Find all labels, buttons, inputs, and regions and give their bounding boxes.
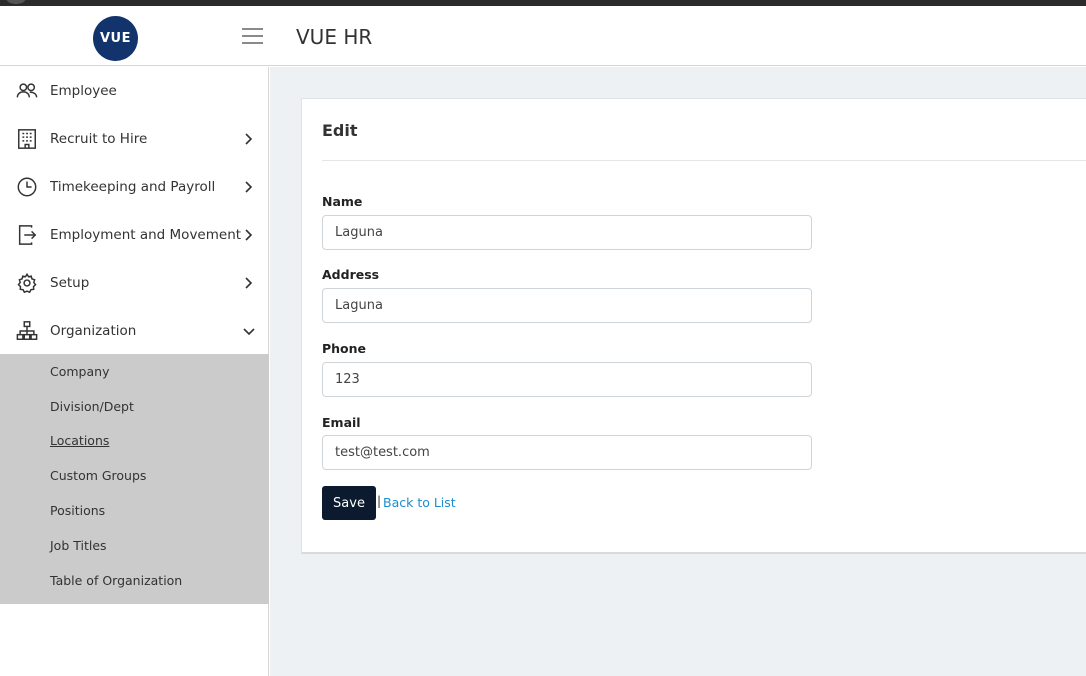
address-label: Address bbox=[322, 267, 380, 282]
sidebar-item-employee[interactable]: Employee bbox=[0, 67, 268, 115]
gear-icon bbox=[17, 272, 37, 294]
sidebar-item-employment-and-movement[interactable]: Employment and Movement bbox=[0, 211, 268, 259]
chevron-down-icon bbox=[243, 328, 255, 336]
sidebar-item-label: Employment and Movement bbox=[50, 227, 242, 243]
chevron-right-icon bbox=[245, 229, 253, 241]
separator: | bbox=[377, 494, 382, 508]
sidebar: Employee Recruit to Hire Timekeeping and… bbox=[0, 67, 269, 676]
building-icon bbox=[18, 129, 36, 149]
email-label: Email bbox=[322, 415, 361, 430]
submenu-item-division-dept[interactable]: Division/Dept bbox=[0, 389, 269, 424]
submenu-item-locations[interactable]: Locations bbox=[0, 424, 269, 459]
org-chart-icon bbox=[16, 321, 38, 340]
sidebar-item-label: Timekeeping and Payroll bbox=[50, 179, 216, 195]
submenu-item-positions[interactable]: Positions bbox=[0, 493, 269, 528]
sidebar-item-setup[interactable]: Setup bbox=[0, 259, 268, 307]
exit-icon bbox=[18, 225, 37, 245]
back-to-list-link[interactable]: Back to List bbox=[383, 495, 456, 510]
clock-icon bbox=[17, 177, 37, 197]
sidebar-item-label: Employee bbox=[50, 83, 117, 99]
submenu-item-table-of-organization[interactable]: Table of Organization bbox=[0, 563, 269, 598]
sidebar-item-label: Recruit to Hire bbox=[50, 131, 148, 147]
card-title: Edit bbox=[322, 121, 358, 140]
address-input[interactable] bbox=[322, 288, 812, 323]
divider bbox=[322, 160, 1086, 161]
users-icon bbox=[16, 83, 38, 98]
window-control bbox=[6, 0, 26, 4]
submenu-item-job-titles[interactable]: Job Titles bbox=[0, 528, 269, 563]
edit-card: Edit Name Address Phone Email Save | Bac… bbox=[301, 98, 1086, 554]
app-title: VUE HR bbox=[296, 25, 373, 49]
sidebar-item-label: Setup bbox=[50, 275, 90, 291]
organization-submenu: Company Division/Dept Locations Custom G… bbox=[0, 354, 269, 604]
vue-logo[interactable]: VUE bbox=[93, 16, 138, 61]
phone-input[interactable] bbox=[322, 362, 812, 397]
chevron-right-icon bbox=[245, 181, 253, 193]
email-input[interactable] bbox=[322, 435, 812, 470]
sidebar-item-organization[interactable]: Organization bbox=[0, 307, 268, 355]
hamburger-menu-icon[interactable] bbox=[242, 28, 264, 46]
chevron-right-icon bbox=[245, 133, 253, 145]
main-content: Edit Name Address Phone Email Save | Bac… bbox=[270, 67, 1086, 676]
submenu-item-company[interactable]: Company bbox=[0, 354, 269, 389]
sidebar-item-recruit-to-hire[interactable]: Recruit to Hire bbox=[0, 115, 268, 163]
submenu-item-custom-groups[interactable]: Custom Groups bbox=[0, 458, 269, 493]
top-header: VUE VUE HR bbox=[0, 6, 1086, 66]
phone-label: Phone bbox=[322, 341, 367, 356]
sidebar-item-label: Organization bbox=[50, 323, 137, 339]
name-label: Name bbox=[322, 194, 363, 209]
chevron-right-icon bbox=[245, 277, 253, 289]
save-button[interactable]: Save bbox=[322, 486, 376, 520]
sidebar-item-timekeeping-and-payroll[interactable]: Timekeeping and Payroll bbox=[0, 163, 268, 211]
name-input[interactable] bbox=[322, 215, 812, 250]
